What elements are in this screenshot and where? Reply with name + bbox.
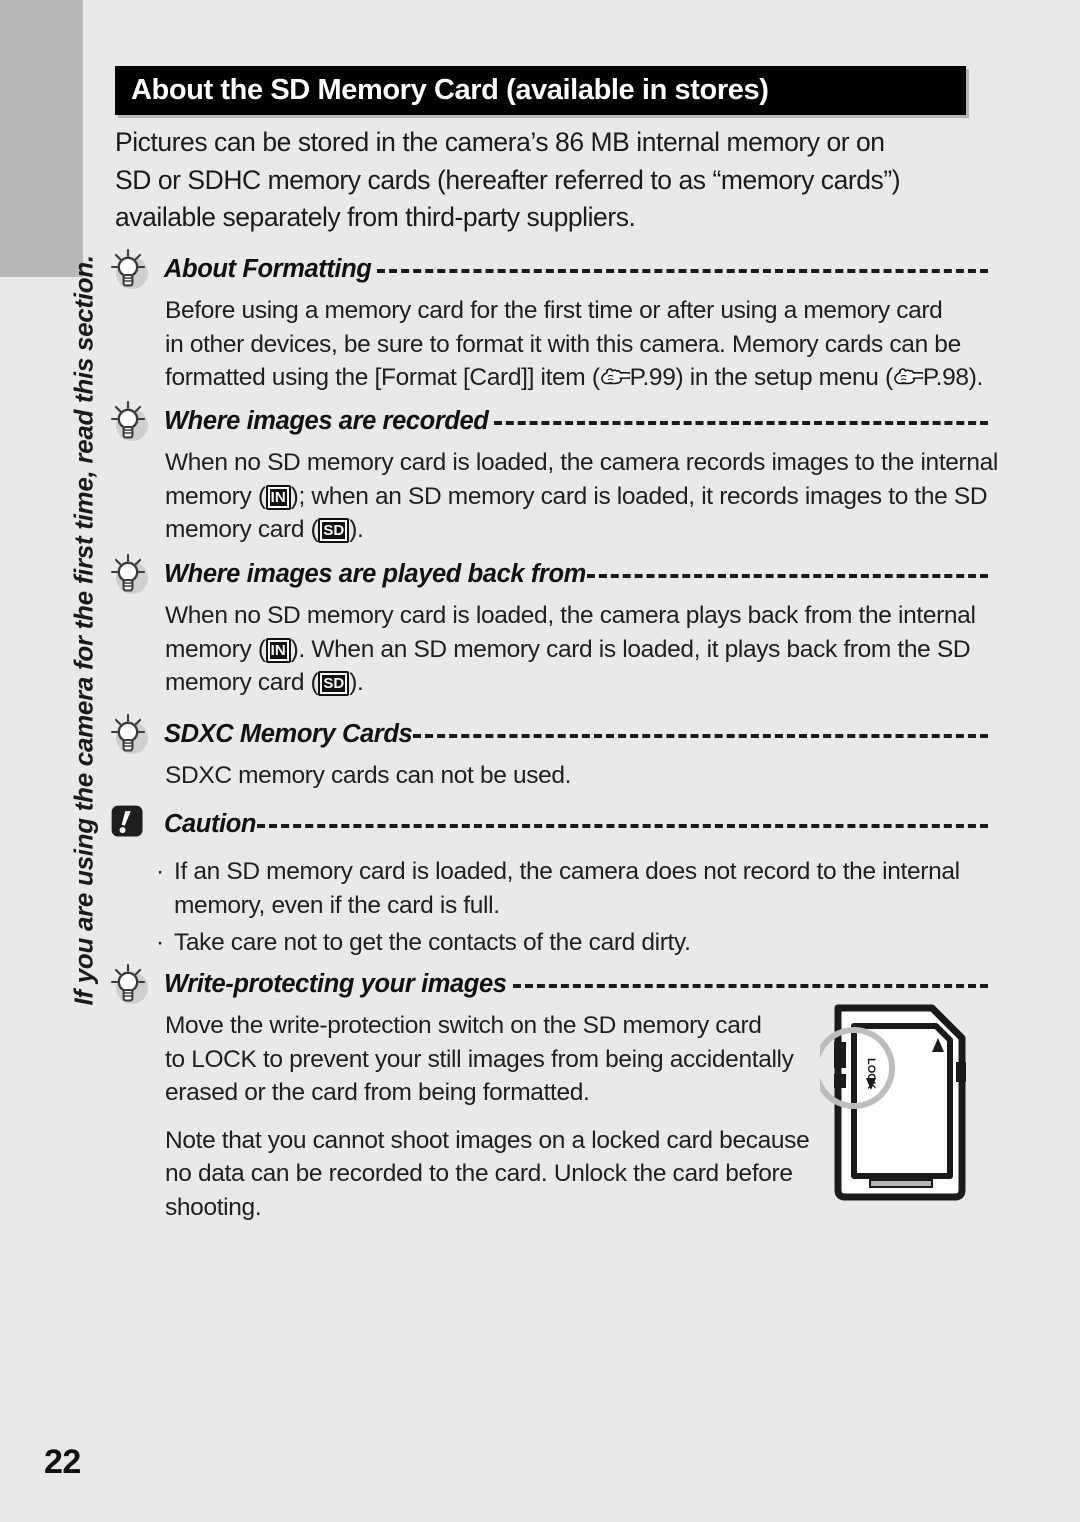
section-heading: Write-protecting your images	[108, 963, 988, 1005]
section-heading-label: Caution	[164, 809, 257, 838]
section-body: Before using a memory card for the first…	[165, 290, 988, 395]
body-line-1: SDXC memory cards can not be used.	[165, 762, 572, 789]
page-title: About the SD Memory Card (available in s…	[131, 74, 769, 106]
manual-page: If you are using the camera for the firs…	[0, 0, 1080, 1522]
heading-rule	[494, 421, 988, 425]
lightbulb-icon	[108, 962, 152, 1006]
bullet-marker: ·	[156, 858, 164, 885]
lightbulb-icon	[108, 247, 152, 291]
section-heading-label: Write-protecting your images	[164, 969, 507, 998]
intro-paragraph: Pictures can be stored in the camera’s 8…	[115, 124, 985, 237]
heading-rule	[413, 734, 988, 738]
section-heading-label: About Formatting	[164, 254, 372, 283]
pointing-hand-icon	[600, 366, 632, 388]
caution-exclamation-icon	[108, 802, 152, 846]
body-line-2: in other devices, be sure to format it w…	[165, 330, 961, 358]
body-line-3-b: ).	[349, 516, 364, 543]
body-line-3-a: formatted using the [Format [Card]] item…	[165, 364, 600, 391]
list-item: · Take care not to get the contacts of t…	[156, 926, 988, 960]
body-line-3: memory card (SD).	[165, 666, 988, 700]
section-caution: Caution · If an SD memory card is loaded…	[108, 803, 988, 960]
heading-rule	[377, 269, 988, 273]
body-line-3-b: ).	[349, 669, 364, 696]
section-heading: Where images are recorded	[108, 400, 988, 442]
section-heading: About Formatting	[108, 248, 988, 290]
body-line-2-a: memory (	[165, 482, 266, 510]
chapter-thumb-tab	[0, 0, 83, 277]
section-about-formatting: About Formatting Before using a memory c…	[108, 248, 988, 395]
section-sdxc-memory-cards: SDXC Memory Cards SDXC memory cards can …	[108, 713, 988, 793]
section-heading: Caution	[108, 803, 988, 845]
section-heading-label: Where images are played back from	[164, 559, 586, 588]
body-line-3: memory card (SD).	[165, 513, 988, 547]
list-item-text: If an SD memory card is loaded, the came…	[174, 855, 960, 922]
sd-card-diagram: LOCK	[813, 1000, 980, 1205]
section-heading: Where images are played back from	[108, 553, 988, 595]
section-heading-label: SDXC Memory Cards	[164, 719, 413, 748]
reference-page-2[interactable]: P.98	[923, 364, 969, 391]
body-line-3-c: ).	[968, 364, 984, 391]
lightbulb-icon	[108, 552, 152, 596]
internal-memory-badge: IN	[265, 484, 291, 510]
bullet-2-line-1: Take care not to get the contacts of the…	[174, 929, 691, 956]
heading-rule	[257, 824, 988, 828]
sd-card-badge: SD	[318, 671, 350, 696]
bullet-marker: ·	[156, 929, 164, 956]
section-body: SDXC memory cards can not be used.	[165, 755, 988, 793]
body-line-1: Before using a memory card for the first…	[165, 297, 943, 324]
side-running-title: If you are using the camera for the firs…	[68, 255, 99, 1006]
section-body: When no SD memory card is loaded, the ca…	[165, 595, 988, 700]
lightbulb-icon	[108, 712, 152, 756]
reference-page-1[interactable]: P.99	[630, 364, 676, 391]
body-line-1: When no SD memory card is loaded, the ca…	[165, 602, 976, 629]
intro-line-2: SD or SDHC memory cards (hereafter refer…	[115, 164, 901, 195]
section-where-images-recorded: Where images are recorded When no SD mem…	[108, 400, 999, 547]
intro-line-1: Pictures can be stored in the camera’s 8…	[115, 127, 885, 157]
heading-rule	[586, 574, 988, 578]
section-heading-label: Where images are recorded	[164, 406, 489, 435]
body-line-3: formatted using the [Format [Card]] item…	[165, 361, 988, 395]
list-item-text: Take care not to get the contacts of the…	[174, 926, 691, 960]
pointing-hand-icon	[893, 366, 925, 388]
section-body: When no SD memory card is loaded, the ca…	[165, 442, 999, 547]
body-line-2-a: memory (	[165, 635, 266, 663]
body-line-2-b: ); when an SD memory card is loaded, it …	[290, 482, 988, 510]
section-header-bar: About the SD Memory Card (available in s…	[115, 66, 966, 115]
body-line-3-a: memory card (	[165, 669, 319, 696]
body-line-2-b: ). When an SD memory card is loaded, it …	[290, 635, 971, 663]
page-number: 22	[44, 1443, 81, 1481]
body-line-2: memory (IN); when an SD memory card is l…	[165, 480, 988, 514]
internal-memory-badge: IN	[265, 637, 291, 663]
list-item: · If an SD memory card is loaded, the ca…	[156, 855, 988, 922]
heading-rule	[512, 984, 988, 988]
section-where-images-played-back: Where images are played back from When n…	[108, 553, 988, 700]
intro-line-3: available separately from third-party su…	[115, 202, 636, 232]
bullet-1-line-1: If an SD memory card is loaded, the came…	[174, 858, 960, 885]
body-line-1: When no SD memory card is loaded, the ca…	[165, 449, 999, 476]
body-line-3-a: memory card (	[165, 516, 319, 543]
lightbulb-icon	[108, 399, 152, 443]
section-heading: SDXC Memory Cards	[108, 713, 988, 755]
sd-card-badge: SD	[318, 518, 350, 543]
bullet-1-line-2: memory, even if the card is full.	[174, 891, 500, 919]
caution-bullet-list: · If an SD memory card is loaded, the ca…	[156, 845, 988, 960]
body-line-2: memory (IN). When an SD memory card is l…	[165, 633, 988, 667]
body-line-3-b: ) in the setup menu (	[675, 364, 893, 391]
